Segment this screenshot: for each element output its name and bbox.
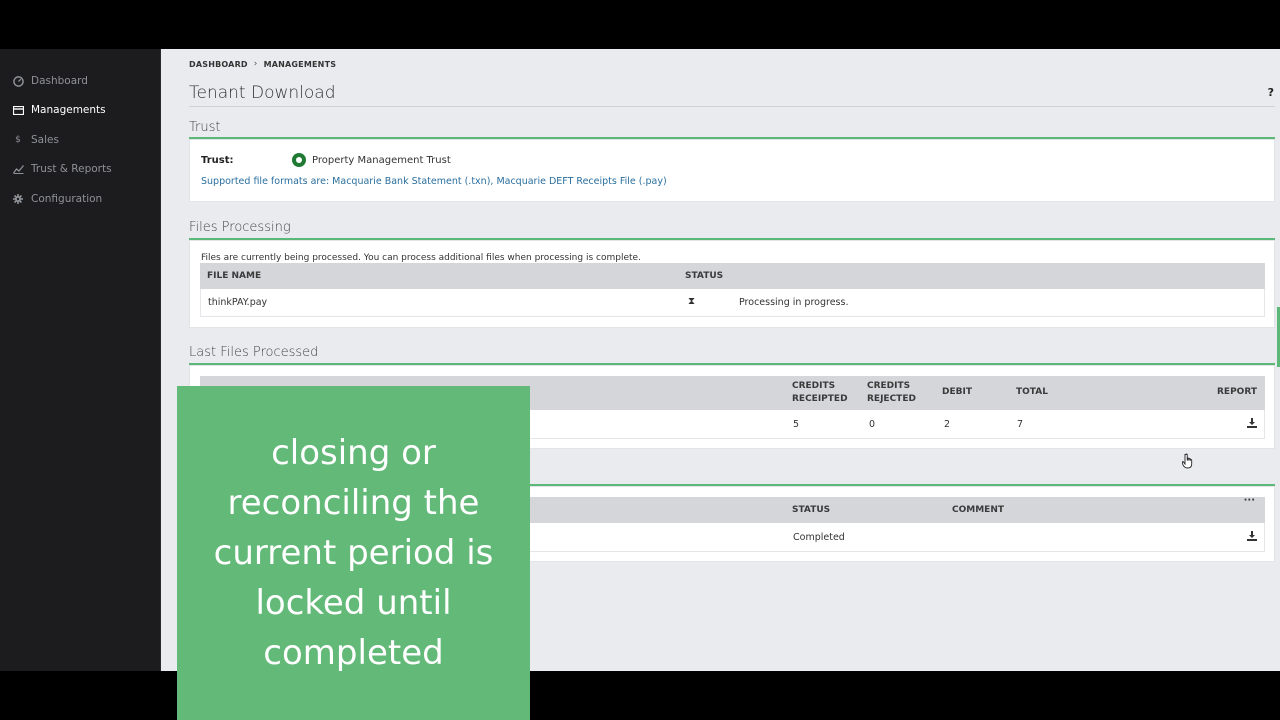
- column-header-comment: COMMENT: [952, 505, 1004, 515]
- sidebar-item-label: Trust & Reports: [31, 163, 112, 175]
- sidebar-item-sales[interactable]: $ Sales: [0, 126, 160, 154]
- column-header-debit: DEBIT: [942, 387, 972, 397]
- files-processing-panel: Files are currently being processed. You…: [189, 240, 1275, 328]
- breadcrumb-managements[interactable]: MANAGEMENTS: [264, 60, 337, 69]
- total-cell: 7: [1017, 419, 1024, 430]
- column-header-report: REPORT: [1217, 387, 1257, 397]
- debit-cell: 2: [944, 419, 951, 430]
- supported-formats-text: Supported file formats are: Macquarie Ba…: [201, 176, 667, 187]
- sidebar: Dashboard Managements $ Sales Trust & Re…: [0, 49, 160, 671]
- download-icon[interactable]: [1247, 418, 1257, 431]
- column-header-credits-rejected: CREDITS REJECTED: [867, 381, 916, 404]
- status-cell: Completed: [793, 532, 845, 543]
- caption-text: closing or reconciling the current perio…: [213, 433, 494, 673]
- column-header-status: STATUS: [685, 271, 724, 281]
- sidebar-item-label: Sales: [31, 134, 59, 146]
- sidebar-item-dashboard[interactable]: Dashboard: [0, 67, 160, 95]
- column-header-file-name: FILE NAME: [207, 271, 262, 281]
- page-title: Tenant Download: [189, 83, 336, 103]
- table-row: thinkPAY.pay ⧗ Processing in progress.: [200, 289, 1265, 317]
- trust-panel: Trust: Property Management Trust Support…: [189, 139, 1275, 202]
- sidebar-item-managements[interactable]: Managements: [0, 96, 160, 124]
- sidebar-item-label: Dashboard: [31, 75, 88, 87]
- more-options-icon[interactable]: ···: [1244, 495, 1255, 506]
- breadcrumb-dashboard[interactable]: DASHBOARD: [189, 60, 248, 69]
- credits-rejected-cell: 0: [869, 419, 876, 430]
- sidebar-item-label: Managements: [31, 104, 106, 116]
- table-header: FILE NAME STATUS: [200, 263, 1265, 289]
- status-cell: Processing in progress.: [739, 297, 849, 308]
- download-icon[interactable]: [1247, 531, 1257, 544]
- sidebar-item-label: Configuration: [31, 193, 103, 205]
- credits-receipted-cell: 5: [793, 419, 800, 430]
- trust-option-label[interactable]: Property Management Trust: [312, 155, 451, 166]
- file-name-cell: thinkPAY.pay: [208, 297, 268, 308]
- processing-note: Files are currently being processed. You…: [201, 253, 641, 263]
- chart-line-icon: [12, 163, 24, 175]
- help-icon[interactable]: ?: [1268, 86, 1274, 99]
- title-divider: [189, 106, 1275, 107]
- sidebar-item-trust-reports[interactable]: Trust & Reports: [0, 155, 160, 183]
- hourglass-icon: ⧗: [688, 296, 696, 307]
- gear-icon: [12, 193, 24, 205]
- section-title-files-processing: Files Processing: [189, 220, 291, 235]
- sidebar-item-configuration[interactable]: Configuration: [0, 185, 160, 213]
- column-header-credits-receipted: CREDITS RECEIPTED: [792, 381, 848, 404]
- dashboard-icon: [12, 75, 24, 87]
- chevron-right-icon: ›: [253, 59, 258, 69]
- hand-cursor-icon: [1181, 453, 1194, 473]
- card-icon: [12, 104, 24, 116]
- column-header-status: STATUS: [792, 505, 831, 515]
- trust-radio[interactable]: [292, 153, 306, 167]
- dollar-icon: $: [15, 135, 21, 145]
- caption-overlay: closing or reconciling the current perio…: [177, 386, 530, 720]
- section-title-trust: Trust: [189, 120, 221, 135]
- top-letterbox: [0, 0, 1280, 49]
- section-title-last-files: Last Files Processed: [189, 345, 319, 360]
- column-header-total: TOTAL: [1016, 387, 1048, 397]
- breadcrumb: DASHBOARD › MANAGEMENTS: [189, 59, 336, 69]
- trust-label: Trust:: [201, 155, 234, 166]
